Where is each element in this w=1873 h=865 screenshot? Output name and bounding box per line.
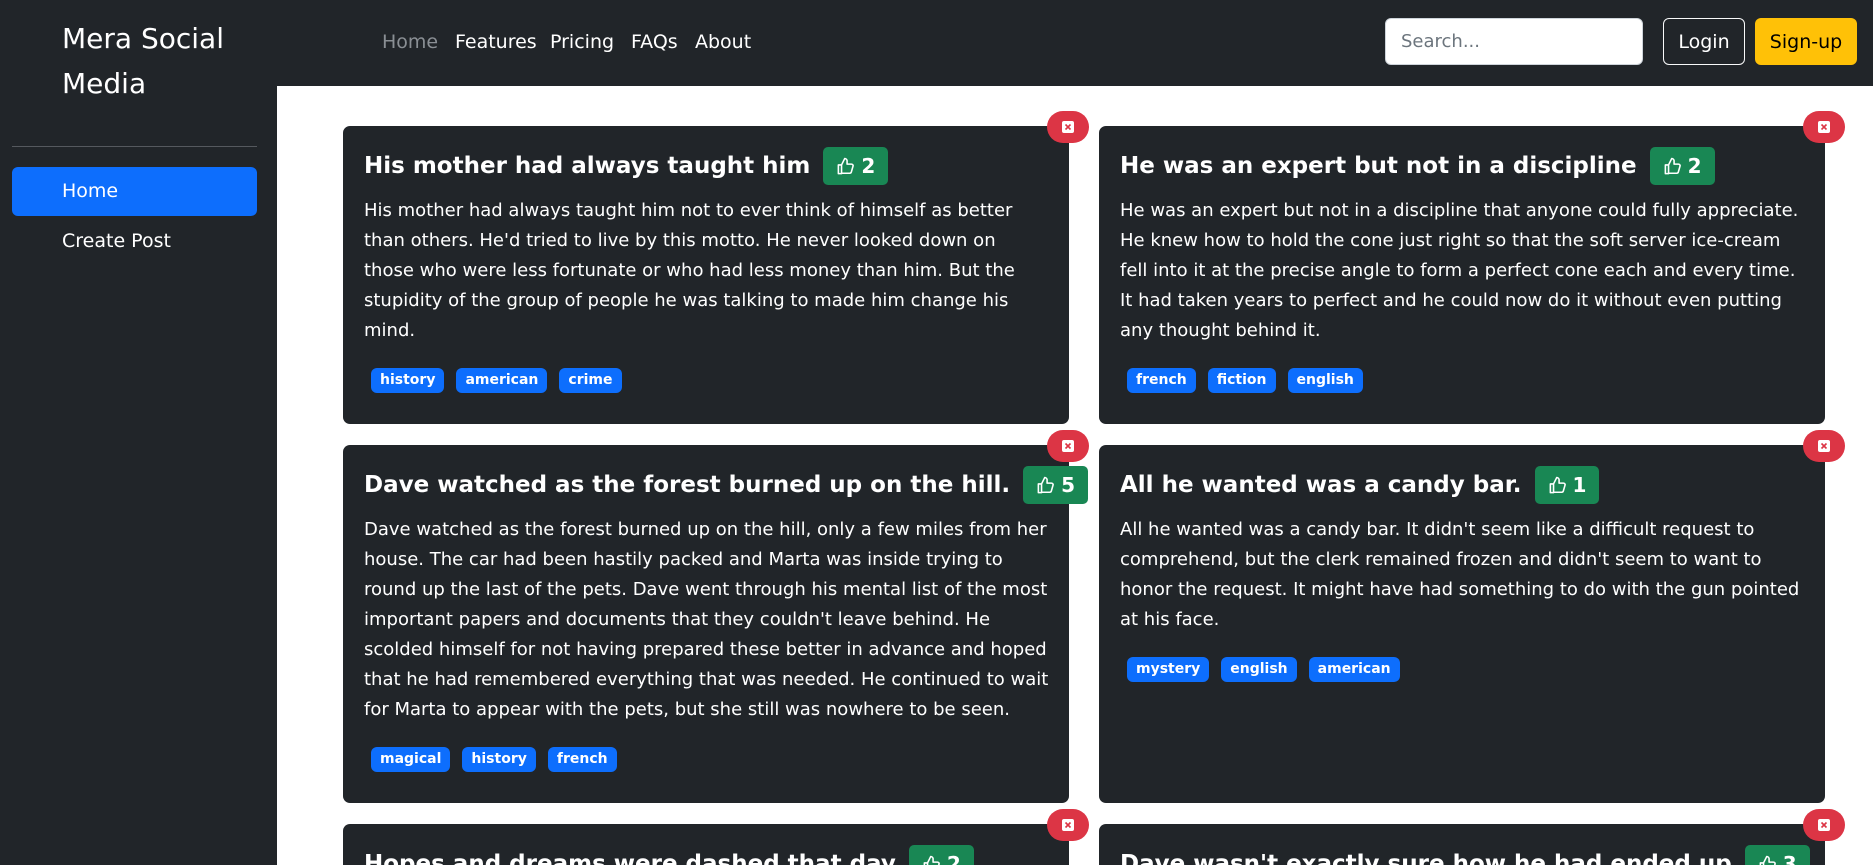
delete-post-button[interactable] [1803,430,1845,462]
delete-icon [1062,819,1074,831]
thumbs-up-icon [1759,855,1776,865]
tag-badge[interactable]: english [1221,657,1297,682]
delete-icon [1062,121,1074,133]
post-card: Dave watched as the forest burned up on … [343,445,1088,803]
login-button[interactable]: Login [1663,18,1745,65]
post-body: All he wanted was a candy bar. It didn't… [1120,519,1800,630]
tag-badge[interactable]: french [1127,368,1196,393]
like-button[interactable]: 2 [1649,147,1715,185]
delete-icon [1818,819,1830,831]
post-body: Dave watched as the forest burned up on … [364,519,1049,720]
post-title: Dave watched as the forest burned up on … [364,472,1011,498]
like-count: 3 [1782,852,1797,865]
post-title: Hopes and dreams were dashed that day [364,851,896,865]
like-count: 5 [1061,473,1075,497]
brand-line-2: Media [62,67,147,100]
tag-badge[interactable]: english [1287,368,1363,393]
delete-post-button[interactable] [1803,111,1845,143]
brand-line-1: Mera Social [62,22,224,55]
tag-badge[interactable]: history [371,368,445,393]
delete-post-button[interactable] [1047,111,1089,143]
like-button[interactable]: 5 [1023,466,1088,504]
post-title: His mother had always taught him [364,153,811,179]
delete-post-button[interactable] [1047,809,1089,841]
post-card: Hopes and dreams were dashed that day 2 [343,824,1069,865]
post-tags: history american crime [364,368,1049,393]
delete-post-button[interactable] [1047,430,1089,462]
tag-badge[interactable]: fiction [1207,368,1276,393]
like-count: 2 [946,852,961,865]
sidebar: Mera Social Media Home Create Post [0,0,277,865]
tag-badge[interactable]: mystery [1127,657,1210,682]
post-card: He was an expert but not in a discipline… [1099,126,1825,424]
tag-badge[interactable]: american [1308,657,1400,682]
nav-link-features[interactable]: Features [455,28,537,56]
post-card: Dave wasn't exactly sure how he had ende… [1099,824,1825,865]
like-button[interactable]: 3 [1744,845,1810,865]
signup-button[interactable]: Sign-up [1755,18,1857,65]
nav-link-home[interactable]: Home [382,28,438,56]
delete-icon [1818,440,1830,452]
like-count: 2 [861,154,876,178]
post-title: Dave wasn't exactly sure how he had ende… [1120,851,1732,865]
post-card: All he wanted was a candy bar. 1 All he … [1099,445,1825,803]
brand-title[interactable]: Mera Social Media [62,16,262,106]
post-title: All he wanted was a candy bar. [1120,472,1522,498]
nav-link-about[interactable]: About [695,28,751,56]
like-button[interactable]: 1 [1534,466,1600,504]
thumbs-up-icon [923,855,940,865]
nav-link-pricing[interactable]: Pricing [550,28,614,56]
like-button[interactable]: 2 [908,845,974,865]
sidebar-item-home[interactable]: Home [12,167,257,216]
tag-badge[interactable]: french [547,747,617,772]
post-tags: mystery english american [1120,657,1805,682]
delete-icon [1818,121,1830,133]
post-tags: french fiction english [1120,368,1805,393]
thumbs-up-icon [1549,476,1566,493]
tag-badge[interactable]: magical [371,747,451,772]
post-body: His mother had always taught him not to … [364,200,1015,341]
tag-badge[interactable]: history [462,747,536,772]
like-button[interactable]: 2 [823,147,889,185]
delete-icon [1062,440,1074,452]
delete-post-button[interactable] [1803,809,1845,841]
tag-badge[interactable]: american [456,368,548,393]
like-count: 1 [1572,473,1587,497]
nav-link-faqs[interactable]: FAQs [631,28,678,56]
search-input[interactable] [1385,18,1643,65]
thumbs-up-icon [1664,157,1681,174]
post-title: He was an expert but not in a discipline [1120,153,1637,179]
thumbs-up-icon [1037,476,1054,493]
post-body: He was an expert but not in a discipline… [1120,200,1799,341]
post-tags: magical history french [364,747,1049,772]
sidebar-divider [12,146,257,147]
post-card: His mother had always taught him 2 His m… [343,126,1069,424]
like-count: 2 [1687,154,1702,178]
sidebar-item-create-post[interactable]: Create Post [12,217,257,266]
thumbs-up-icon [837,157,855,174]
tag-badge[interactable]: crime [559,368,622,393]
